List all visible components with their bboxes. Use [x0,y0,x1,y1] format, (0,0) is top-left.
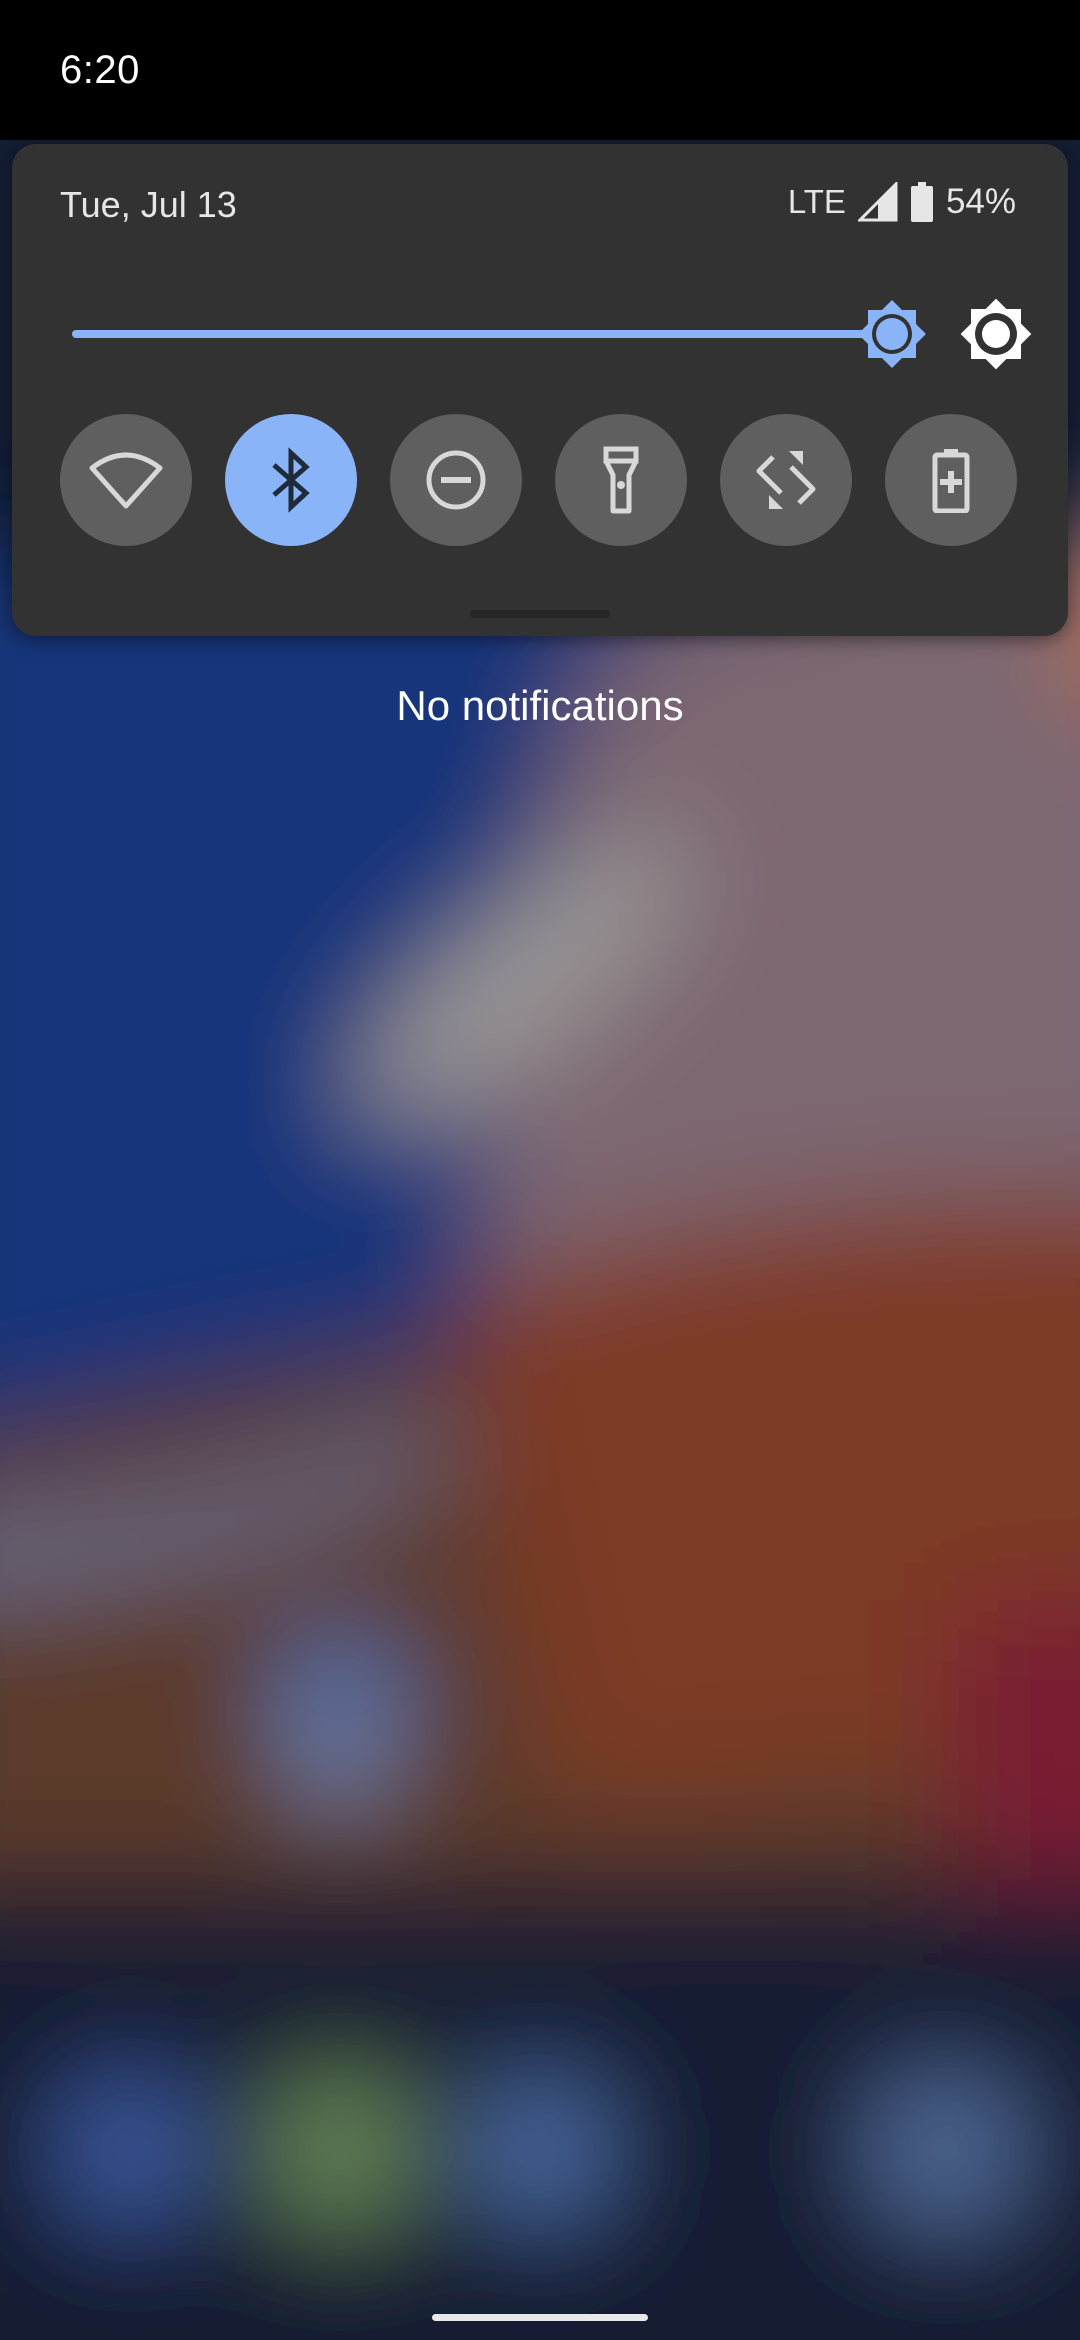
bluetooth-tile[interactable] [225,414,357,546]
flashlight-tile[interactable] [555,414,687,546]
status-bar: 6:20 [0,0,1080,140]
quick-settings-tiles [60,414,1030,546]
status-clock: 6:20 [60,48,140,92]
bluetooth-icon [266,447,316,513]
brightness-slider-track[interactable] [72,330,902,338]
brightness-slider-thumb[interactable] [856,298,928,370]
auto-rotate-tile[interactable] [720,414,852,546]
quick-settings-status: LTE 54% [788,182,1016,222]
wifi-tile[interactable] [60,414,192,546]
quick-settings-date[interactable]: Tue, Jul 13 [60,184,237,226]
empty-notifications-text: No notifications [396,682,684,729]
do-not-disturb-tile[interactable] [390,414,522,546]
flashlight-icon [599,445,643,515]
wifi-icon [88,450,164,510]
gesture-navigation-bar[interactable] [432,2314,648,2321]
quick-settings-panel[interactable]: Tue, Jul 13 LTE 54% [12,144,1068,636]
brightness-icon[interactable] [956,294,1036,374]
network-type-label: LTE [787,183,846,220]
battery-percent-label: 54% [945,182,1016,221]
auto-rotate-icon [751,445,821,515]
battery-saver-icon [931,447,971,513]
battery-icon [910,182,934,222]
panel-drag-handle[interactable] [470,610,610,618]
cellular-signal-icon [857,182,898,222]
battery-saver-tile[interactable] [885,414,1017,546]
do-not-disturb-icon [424,448,488,512]
